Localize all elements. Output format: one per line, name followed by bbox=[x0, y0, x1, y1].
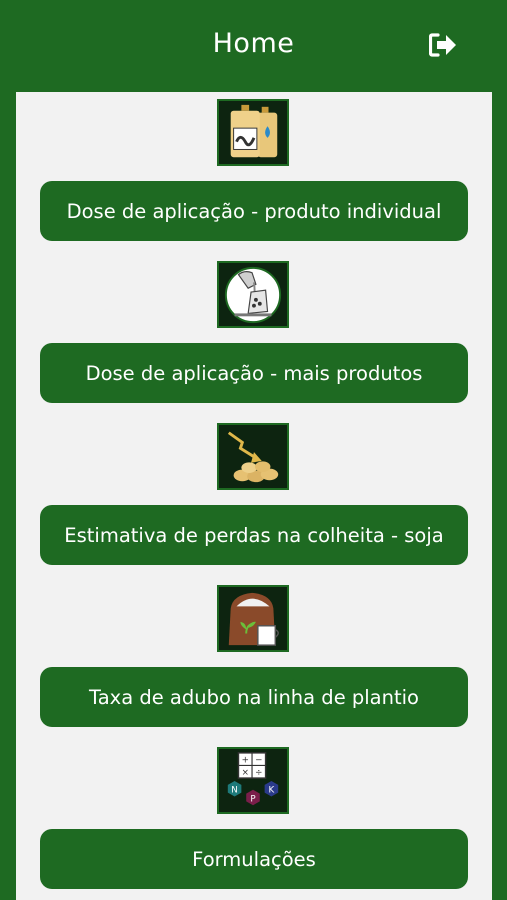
svg-text:+: + bbox=[242, 756, 249, 766]
svg-text:÷: ÷ bbox=[255, 768, 262, 778]
svg-text:−: − bbox=[255, 756, 262, 766]
menu-panel: Dose de aplicação - produto individual D… bbox=[16, 92, 492, 900]
npk-formula-icon: + − × ÷ N P K bbox=[217, 747, 289, 814]
menu-item-formulacoes: + − × ÷ N P K Formulações bbox=[16, 740, 492, 900]
soybean-loss-icon bbox=[217, 423, 289, 490]
dose-individual-button[interactable]: Dose de aplicação - produto individual bbox=[40, 181, 468, 241]
menu-item-dose-multiplos: Dose de aplicação - mais produtos bbox=[16, 254, 492, 416]
dose-multiplos-button[interactable]: Dose de aplicação - mais produtos bbox=[40, 343, 468, 403]
formulacoes-button[interactable]: Formulações bbox=[40, 829, 468, 889]
svg-text:P: P bbox=[250, 794, 255, 804]
svg-text:×: × bbox=[242, 768, 249, 778]
app-header: Home bbox=[0, 0, 507, 92]
taxa-adubo-button[interactable]: Taxa de adubo na linha de plantio bbox=[40, 667, 468, 727]
menu-item-taxa-adubo: Taxa de adubo na linha de plantio bbox=[16, 578, 492, 740]
pesticide-bottles-icon bbox=[217, 99, 289, 166]
svg-text:N: N bbox=[231, 786, 238, 796]
menu-item-dose-individual: Dose de aplicação - produto individual bbox=[16, 92, 492, 254]
fertilizer-bag-icon bbox=[217, 585, 289, 652]
pouring-mix-icon bbox=[217, 261, 289, 328]
logout-icon[interactable] bbox=[428, 31, 461, 59]
svg-text:K: K bbox=[269, 786, 275, 796]
perdas-soja-button[interactable]: Estimativa de perdas na colheita - soja bbox=[40, 505, 468, 565]
menu-item-perdas-soja: Estimativa de perdas na colheita - soja bbox=[16, 416, 492, 578]
